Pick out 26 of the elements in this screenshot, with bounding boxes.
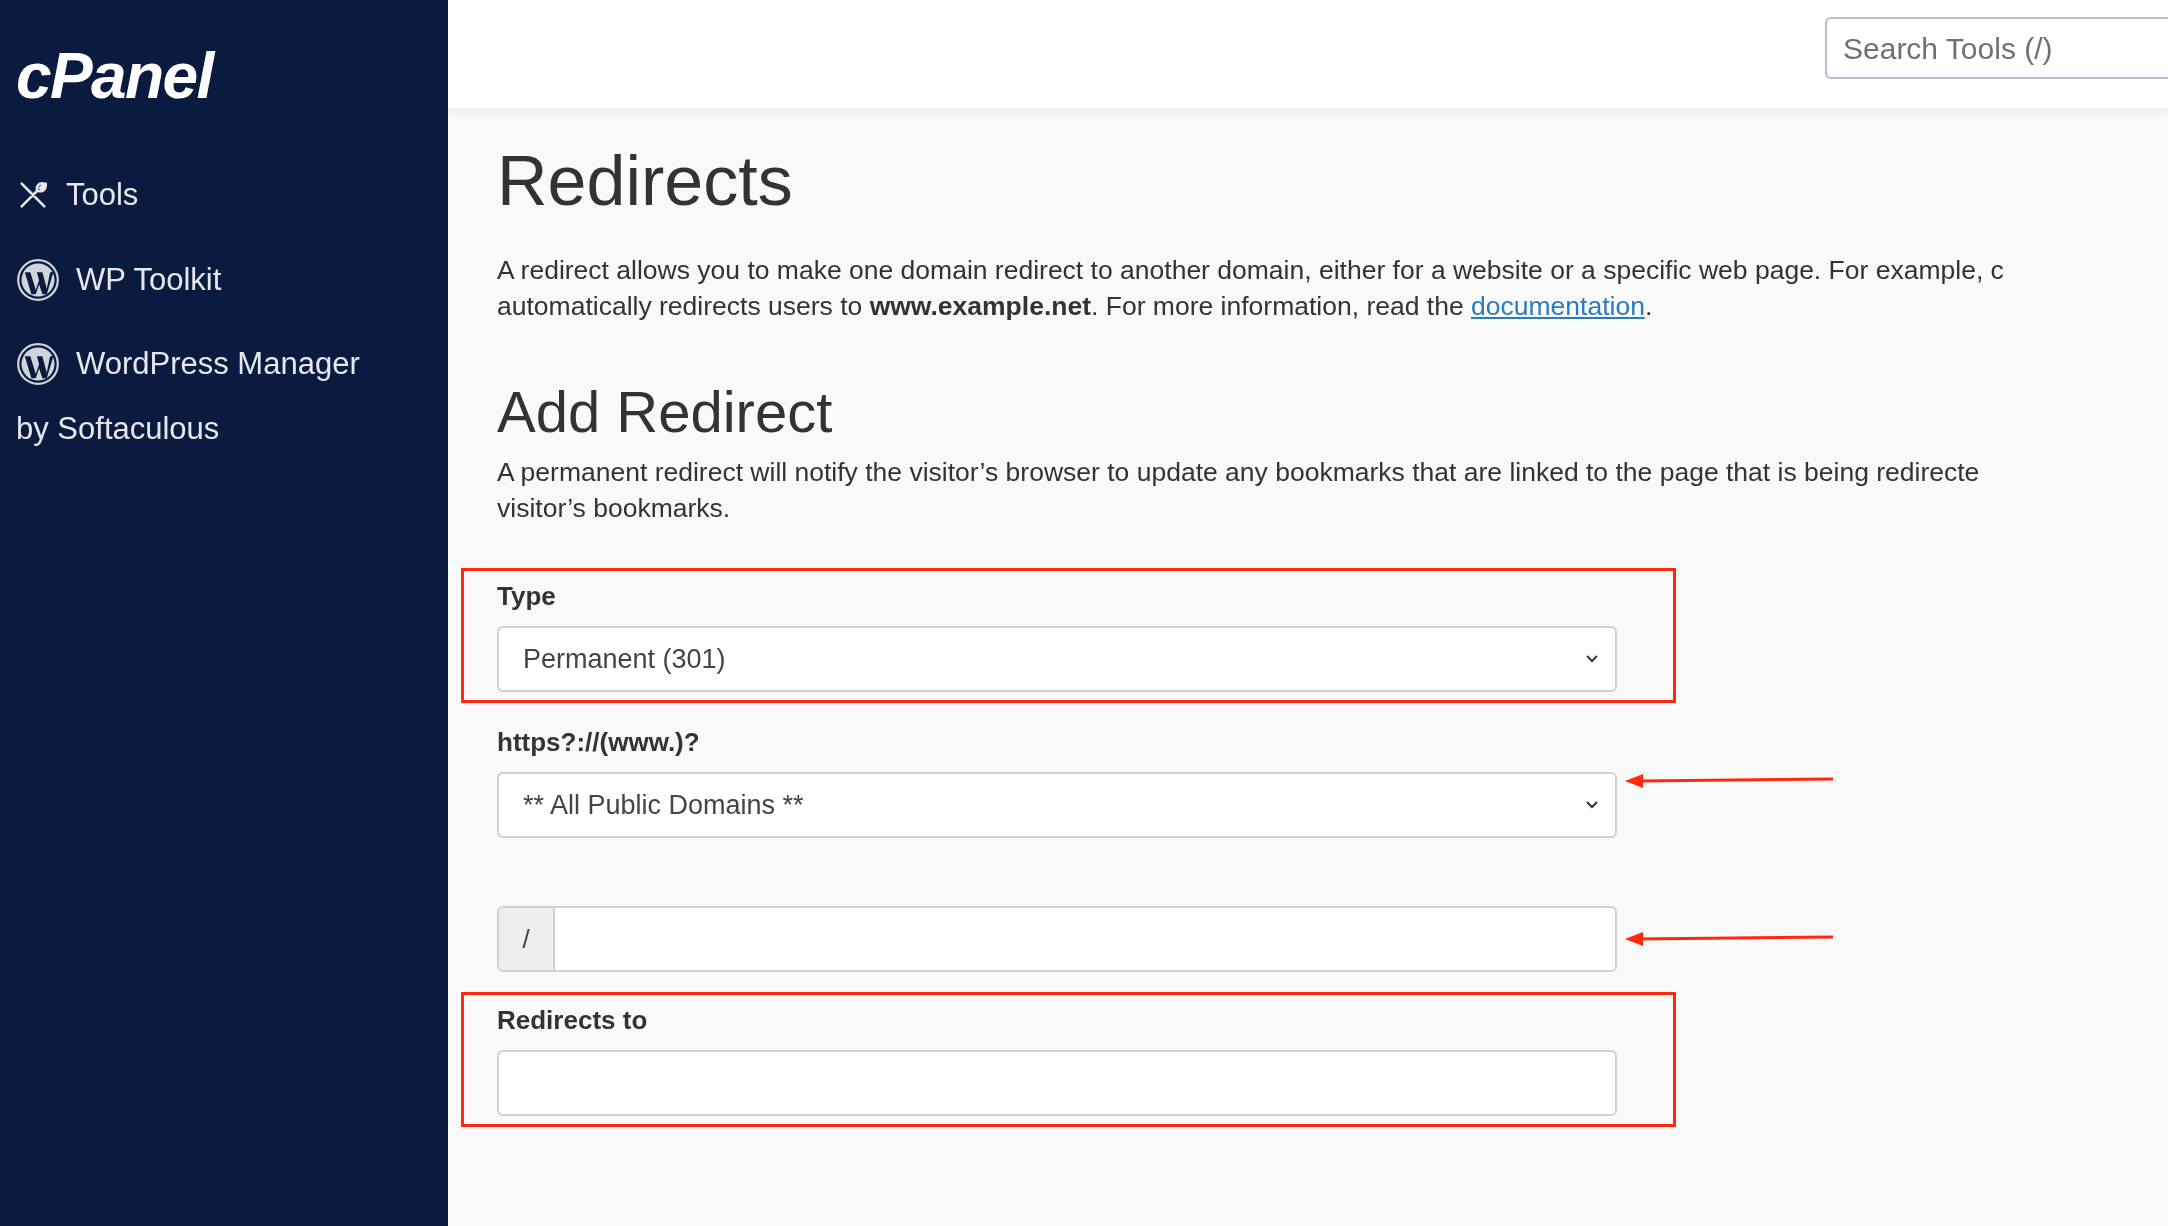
- path-prefix: /: [499, 908, 555, 970]
- search-field[interactable]: Search Tools (/): [1825, 17, 2168, 79]
- intro-text: A redirect allows you to make one domain redirect to another domain, either for a website or a specific web page. For example, c: [497, 253, 2005, 287]
- chevron-down-icon: [1585, 654, 1599, 664]
- field-label: Type: [497, 580, 557, 613]
- wordpress-icon: [16, 257, 60, 302]
- dropdown[interactable]: ** All Public Domains **: [497, 772, 1617, 838]
- chevron-down-icon: [1585, 800, 1599, 810]
- section-description: visitor’s bookmarks.: [497, 492, 732, 525]
- period-text: .: [1644, 289, 1653, 323]
- redirects-to-field[interactable]: [497, 1050, 1617, 1116]
- section-heading: Add Redirect: [497, 377, 834, 446]
- intro-text: automatically redirects users to www.example.net. For more information, read the: [497, 289, 1465, 323]
- path-input-field[interactable]: /: [497, 906, 1617, 972]
- section-description: A permanent redirect will notify the visitor’s browser to update any bookmarks that are linked to the page that is being redirecte: [497, 456, 1981, 489]
- sidebar-item[interactable]: WP Toolkit: [76, 256, 222, 303]
- sidebar-item-subtitle[interactable]: by Softaculous: [16, 405, 432, 452]
- documentation-link[interactable]: documentation: [1471, 287, 1645, 324]
- sidebar-item[interactable]: Tools: [66, 172, 139, 219]
- sidebar-item[interactable]: WordPress Manager: [76, 341, 360, 388]
- wordpress-icon: [16, 342, 60, 387]
- cpanel-logo[interactable]: cPanel: [16, 44, 432, 108]
- field-label: Redirects to: [497, 1004, 649, 1037]
- page-title: Redirects: [497, 141, 794, 222]
- dropdown[interactable]: Permanent (301): [497, 626, 1617, 692]
- field-label: https?://(www.)?: [497, 726, 701, 759]
